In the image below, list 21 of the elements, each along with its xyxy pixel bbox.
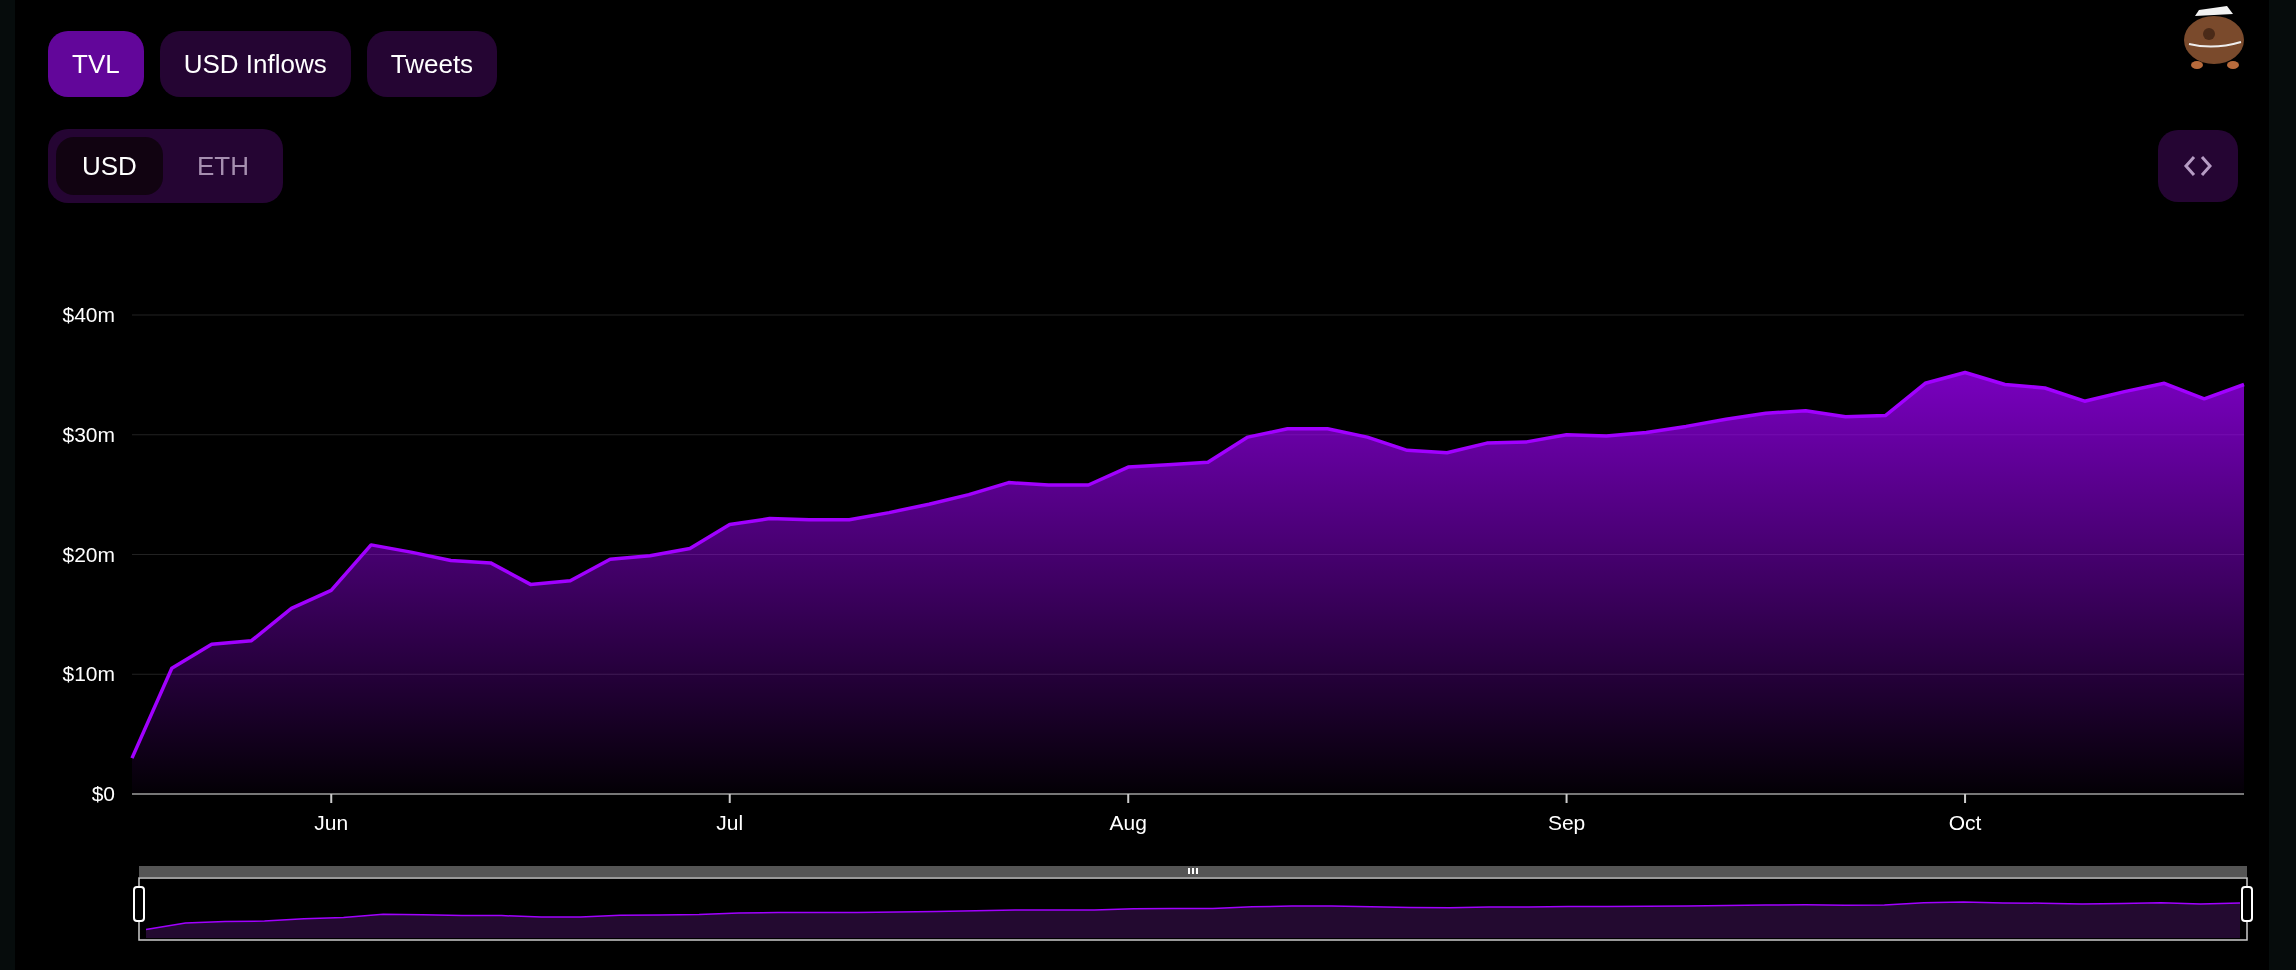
y-axis-label: $10m bbox=[62, 662, 115, 686]
chart-tab[interactable]: TVL bbox=[48, 31, 144, 97]
currency-option[interactable]: USD bbox=[56, 137, 163, 195]
x-axis-label: Sep bbox=[1547, 811, 1586, 834]
chart-tab[interactable]: USD Inflows bbox=[159, 31, 351, 97]
y-axis-label: $40m bbox=[62, 303, 115, 326]
brush-handle[interactable] bbox=[133, 886, 145, 922]
y-axis-label: $20m bbox=[62, 542, 115, 566]
y-axis-label: $0 bbox=[91, 782, 115, 805]
x-axis-label: Jul bbox=[716, 811, 744, 834]
grip-icon bbox=[1188, 868, 1198, 874]
chart-tab[interactable]: Tweets bbox=[366, 31, 498, 97]
brush-handle[interactable] bbox=[2241, 886, 2253, 922]
embed-code-button[interactable] bbox=[2158, 130, 2238, 202]
currency-option[interactable]: ETH bbox=[170, 137, 275, 195]
code-icon bbox=[2183, 153, 2213, 179]
x-axis-label: Oct bbox=[1948, 811, 1982, 834]
x-axis-label: Jun bbox=[314, 811, 349, 834]
x-axis-label: Aug bbox=[1109, 811, 1147, 834]
y-axis-label: $30m bbox=[62, 422, 115, 446]
brush-selection[interactable] bbox=[138, 877, 2248, 941]
